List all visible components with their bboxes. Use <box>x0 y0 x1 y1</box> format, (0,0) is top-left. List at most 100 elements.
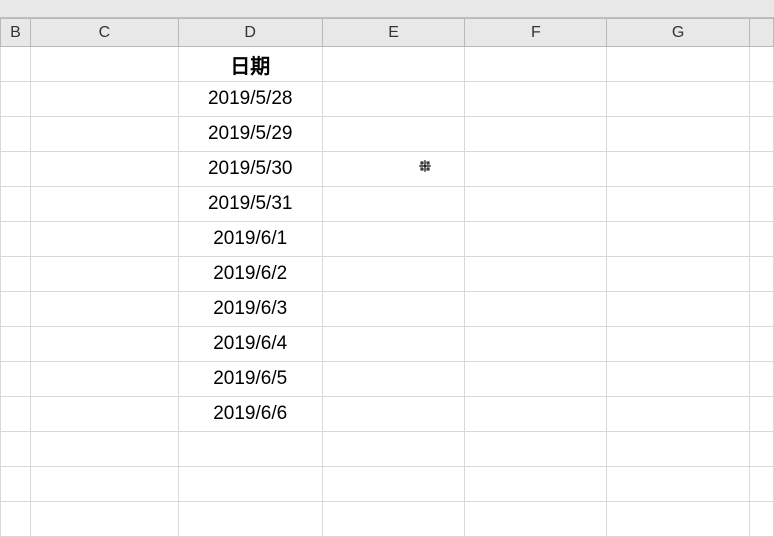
column-header-D[interactable]: D <box>178 19 322 47</box>
cell[interactable] <box>465 222 607 257</box>
cell[interactable] <box>322 362 465 397</box>
cell[interactable] <box>1 117 31 152</box>
cell[interactable] <box>465 292 607 327</box>
cell[interactable] <box>465 397 607 432</box>
cell[interactable] <box>750 152 774 187</box>
cell[interactable] <box>750 327 774 362</box>
column-header-B[interactable]: B <box>1 19 31 47</box>
cell[interactable] <box>607 117 750 152</box>
cell[interactable] <box>750 362 774 397</box>
cell[interactable] <box>1 362 31 397</box>
cell[interactable] <box>607 257 750 292</box>
cell[interactable] <box>30 502 178 537</box>
cell[interactable] <box>30 397 178 432</box>
cell[interactable] <box>322 187 465 222</box>
cell[interactable] <box>750 292 774 327</box>
cell[interactable] <box>30 222 178 257</box>
cell[interactable] <box>607 502 750 537</box>
cell-date[interactable]: 2019/5/31 <box>178 187 322 222</box>
cell[interactable] <box>178 502 322 537</box>
cell[interactable] <box>1 187 31 222</box>
cell[interactable] <box>465 327 607 362</box>
cell[interactable] <box>322 397 465 432</box>
cell[interactable] <box>322 257 465 292</box>
cell[interactable] <box>1 222 31 257</box>
cell[interactable] <box>465 117 607 152</box>
cell[interactable] <box>607 222 750 257</box>
cell[interactable] <box>30 152 178 187</box>
cell-date[interactable]: 2019/6/5 <box>178 362 322 397</box>
cell-date[interactable]: 2019/5/29 <box>178 117 322 152</box>
spreadsheet-grid[interactable]: B C D E F G 日期 2019/5/28 2019/5/29 <box>0 18 774 537</box>
cell[interactable] <box>750 502 774 537</box>
column-header-C[interactable]: C <box>30 19 178 47</box>
cell[interactable] <box>607 187 750 222</box>
cell[interactable] <box>607 467 750 502</box>
cell[interactable] <box>30 432 178 467</box>
cell[interactable] <box>322 152 465 187</box>
cell[interactable] <box>465 467 607 502</box>
cell[interactable] <box>322 432 465 467</box>
cell[interactable] <box>465 187 607 222</box>
cell[interactable] <box>607 292 750 327</box>
column-header-F[interactable]: F <box>465 19 607 47</box>
cell[interactable] <box>465 152 607 187</box>
cell-date[interactable]: 2019/6/4 <box>178 327 322 362</box>
cell[interactable] <box>750 82 774 117</box>
cell[interactable] <box>30 467 178 502</box>
cell[interactable] <box>30 257 178 292</box>
cell[interactable] <box>750 467 774 502</box>
cell[interactable] <box>322 327 465 362</box>
cell[interactable] <box>1 327 31 362</box>
cell[interactable] <box>1 502 31 537</box>
cell-date[interactable]: 2019/6/6 <box>178 397 322 432</box>
cell[interactable] <box>30 117 178 152</box>
cell[interactable] <box>322 467 465 502</box>
column-header-H[interactable] <box>750 19 774 47</box>
cell-date[interactable]: 2019/5/28 <box>178 82 322 117</box>
cell[interactable] <box>1 397 31 432</box>
cell[interactable] <box>30 292 178 327</box>
cell[interactable] <box>750 257 774 292</box>
cell[interactable] <box>750 187 774 222</box>
cell[interactable] <box>465 47 607 82</box>
cell[interactable] <box>30 327 178 362</box>
cell[interactable] <box>465 502 607 537</box>
cell[interactable] <box>750 432 774 467</box>
cell[interactable] <box>322 292 465 327</box>
cell[interactable] <box>607 432 750 467</box>
cell[interactable] <box>322 82 465 117</box>
cell[interactable] <box>465 82 607 117</box>
cell[interactable] <box>750 222 774 257</box>
cell[interactable] <box>322 117 465 152</box>
cell[interactable] <box>1 432 31 467</box>
cell[interactable] <box>30 187 178 222</box>
cell[interactable] <box>465 362 607 397</box>
cell-date[interactable]: 2019/6/2 <box>178 257 322 292</box>
cell[interactable] <box>607 152 750 187</box>
cell[interactable] <box>178 467 322 502</box>
cell[interactable] <box>30 47 178 82</box>
cell[interactable] <box>1 47 31 82</box>
cell[interactable] <box>750 117 774 152</box>
column-header-E[interactable]: E <box>322 19 465 47</box>
cell[interactable] <box>465 257 607 292</box>
cell[interactable] <box>750 397 774 432</box>
cell[interactable] <box>322 502 465 537</box>
cell[interactable] <box>750 47 774 82</box>
cell-date[interactable]: 2019/6/3 <box>178 292 322 327</box>
cell[interactable] <box>607 82 750 117</box>
cell-date[interactable]: 2019/6/1 <box>178 222 322 257</box>
cell[interactable] <box>607 327 750 362</box>
cell[interactable] <box>607 397 750 432</box>
cell[interactable] <box>1 292 31 327</box>
cell-header-date[interactable]: 日期 <box>178 47 322 82</box>
cell[interactable] <box>465 432 607 467</box>
cell-date[interactable]: 2019/5/30 <box>178 152 322 187</box>
cell[interactable] <box>322 47 465 82</box>
cell[interactable] <box>178 432 322 467</box>
cell[interactable] <box>322 222 465 257</box>
cell[interactable] <box>607 362 750 397</box>
cell[interactable] <box>30 82 178 117</box>
cell[interactable] <box>607 47 750 82</box>
